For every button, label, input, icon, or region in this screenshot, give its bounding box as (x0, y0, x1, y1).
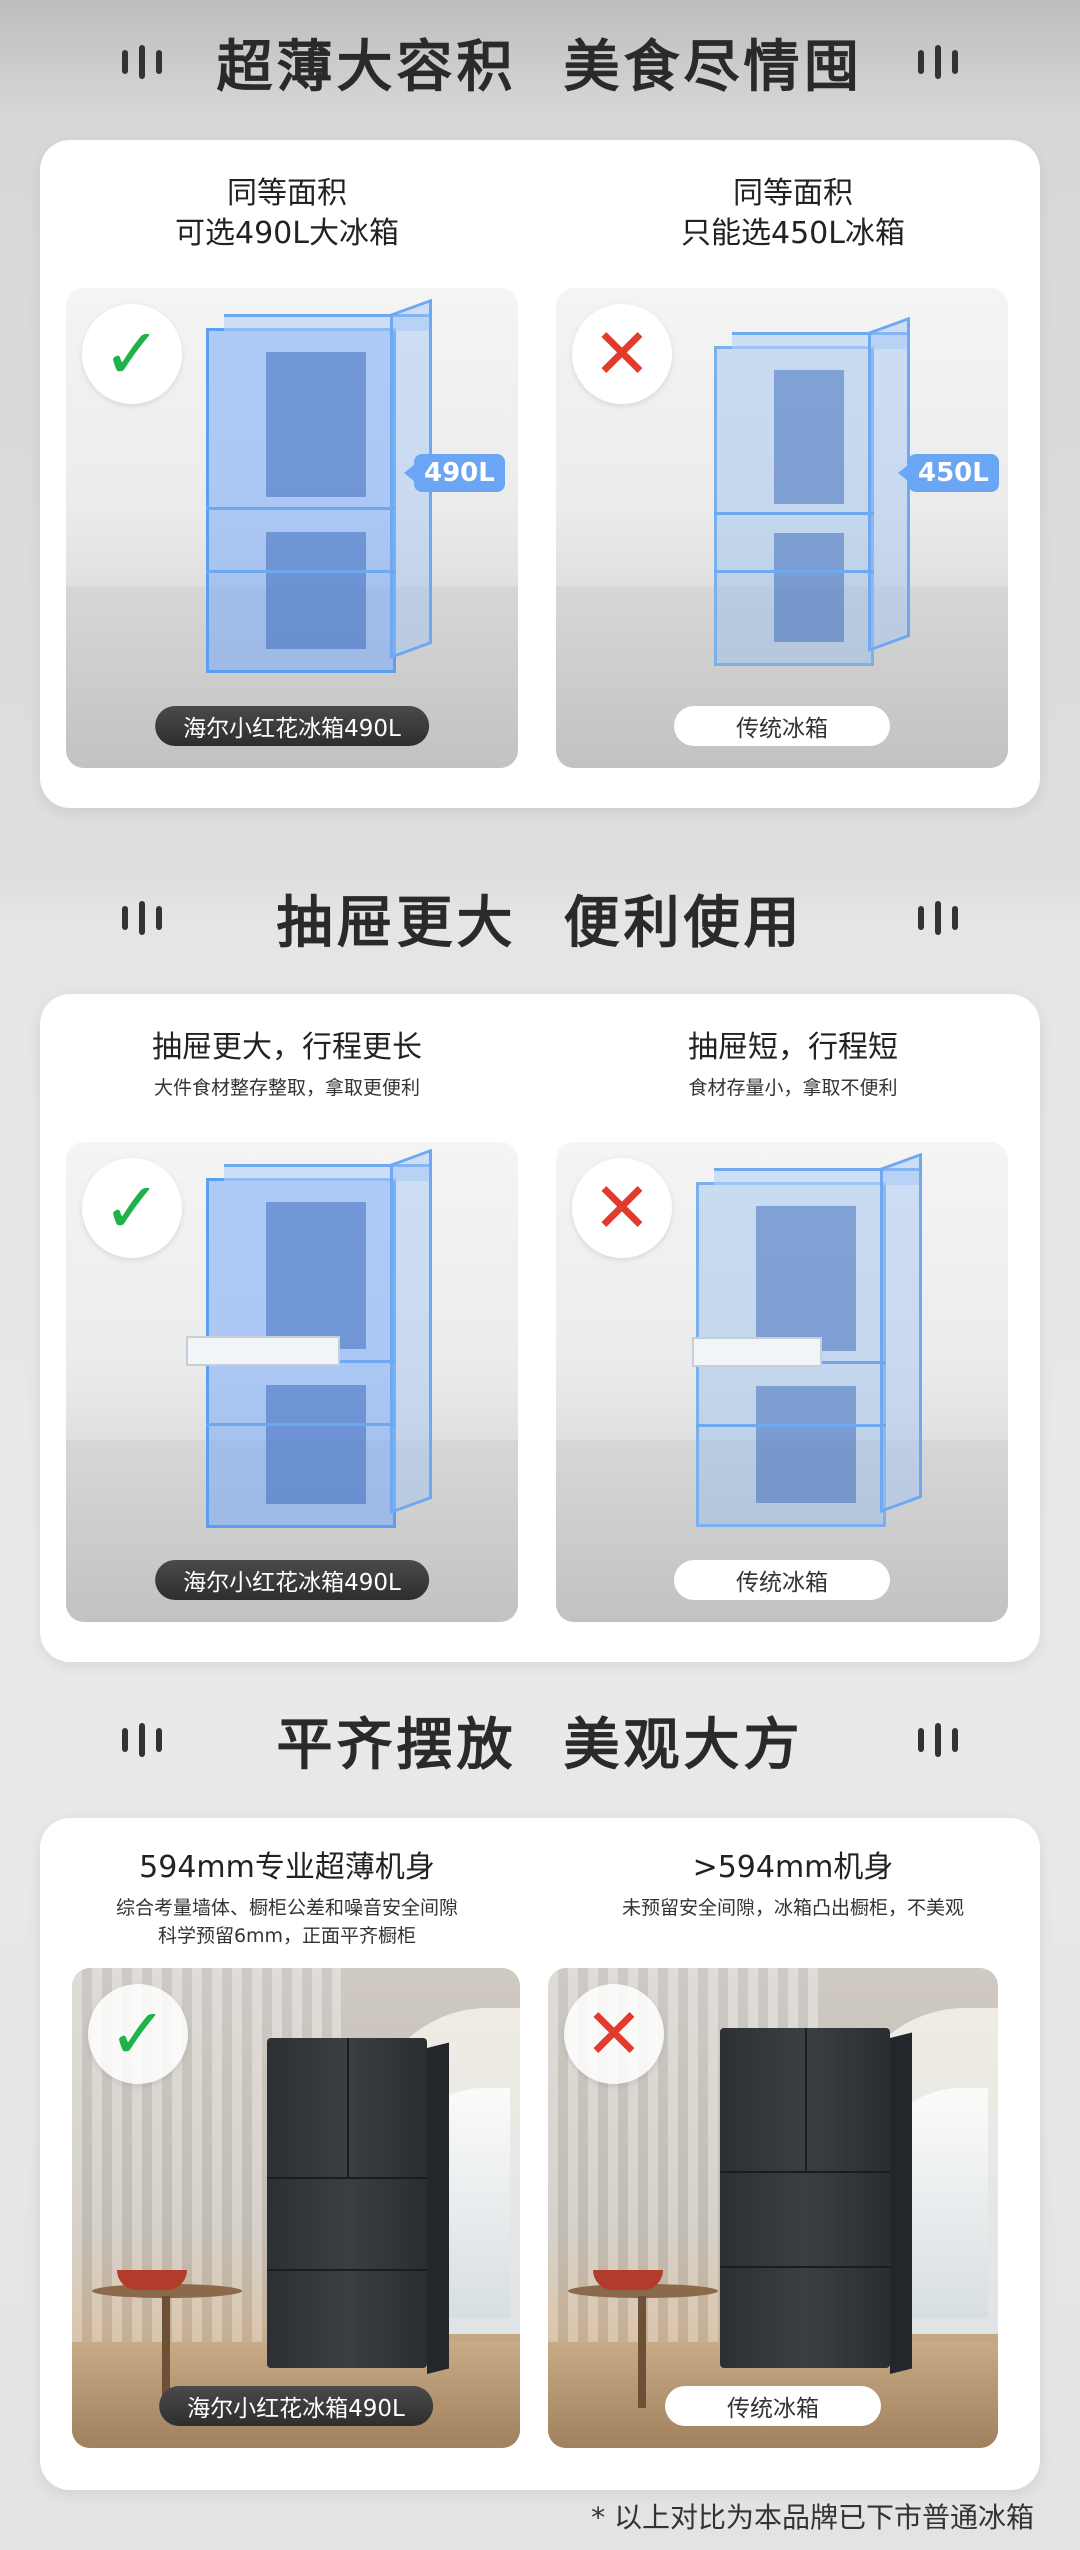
right-heading: 同等面积 只能选450L冰箱 (681, 176, 905, 251)
bars-decoration-icon (918, 900, 958, 936)
right-product-panel: ✕ 传统冰箱 (556, 1142, 1008, 1622)
product-label: 传统冰箱 (674, 706, 890, 746)
section-heading: 超薄大容积 美食尽情囤 (216, 34, 864, 100)
right-subheading: 食材存量小，拿取不便利 (688, 1077, 898, 1099)
right-subheading: 未预留安全间隙，冰箱凸出橱柜，不美观 (621, 1897, 964, 1919)
left-product-panel: ✓ 海尔小红花冰箱490L (66, 1142, 518, 1622)
section-title-drawer: 抽屉更大 便利使用 (0, 878, 1080, 958)
product-label: 传统冰箱 (674, 1560, 890, 1600)
left-subheading: 综合考量墙体、橱柜公差和噪音安全间隙 科学预留6mm，正面平齐橱柜 (115, 1897, 458, 1947)
left-column-header: 594mm专业超薄机身 综合考量墙体、橱柜公差和噪音安全间隙 科学预留6mm，正… (62, 1848, 512, 1950)
product-label: 海尔小红花冰箱490L (155, 1560, 429, 1600)
check-icon: ✓ (88, 1984, 188, 2084)
fridge-drawer-illustration (186, 1148, 432, 1528)
left-column-header: 抽屉更大，行程更长 大件食材整存整取，拿取更便利 (62, 1028, 512, 1102)
left-column-header: 同等面积 可选490L大冰箱 (62, 174, 512, 254)
fridge-volume-illustration (714, 316, 910, 666)
fridge-volume-illustration (206, 298, 432, 673)
right-installation-photo: ✕ 传统冰箱 (548, 1968, 998, 2448)
installed-fridge (267, 2038, 449, 2374)
cross-icon: ✕ (572, 1158, 672, 1258)
right-column-header: 抽屉短，行程短 食材存量小，拿取不便利 (568, 1028, 1018, 1102)
right-heading: >594mm机身 (692, 1850, 894, 1885)
right-product-panel: ✕ 450L 传统冰箱 (556, 288, 1008, 768)
bars-decoration-icon (122, 44, 162, 80)
section-heading: 抽屉更大 便利使用 (276, 890, 804, 956)
check-icon: ✓ (82, 1158, 182, 1258)
section-heading: 平齐摆放 美观大方 (276, 1712, 804, 1778)
product-label: 传统冰箱 (665, 2386, 881, 2426)
right-heading: 抽屉短，行程短 (688, 1030, 898, 1065)
drawer-extended (692, 1337, 822, 1368)
cross-icon: ✕ (564, 1984, 664, 2084)
left-product-panel: ✓ 490L 海尔小红花冰箱490L (66, 288, 518, 768)
cross-icon: ✕ (572, 304, 672, 404)
page: 超薄大容积 美食尽情囤 同等面积 可选490L大冰箱 同等面积 只能选450L冰… (0, 0, 1080, 2550)
bars-decoration-icon (918, 1722, 958, 1758)
capacity-tag: 490L (404, 454, 505, 492)
footnote: * 以上对比为本品牌已下市普通冰箱 (591, 2501, 1034, 2534)
section-title-capacity: 超薄大容积 美食尽情囤 (0, 22, 1080, 102)
comparison-card-flush: 594mm专业超薄机身 综合考量墙体、橱柜公差和噪音安全间隙 科学预留6mm，正… (40, 1818, 1040, 2490)
bars-decoration-icon (122, 900, 162, 936)
section-title-flush: 平齐摆放 美观大方 (0, 1700, 1080, 1780)
product-label: 海尔小红花冰箱490L (155, 706, 429, 746)
product-label: 海尔小红花冰箱490L (159, 2386, 433, 2426)
left-installation-photo: ✓ 海尔小红花冰箱490L (72, 1968, 520, 2448)
right-column-header: >594mm机身 未预留安全间隙，冰箱凸出橱柜，不美观 (568, 1848, 1018, 1922)
right-column-header: 同等面积 只能选450L冰箱 (568, 174, 1018, 254)
left-heading: 594mm专业超薄机身 (139, 1850, 435, 1885)
fridge-drawer-illustration (692, 1152, 922, 1527)
bars-decoration-icon (918, 44, 958, 80)
left-heading: 同等面积 可选490L大冰箱 (175, 176, 399, 251)
capacity-tag: 450L (898, 454, 999, 492)
bars-decoration-icon (122, 1722, 162, 1758)
check-icon: ✓ (82, 304, 182, 404)
comparison-card-drawer: 抽屉更大，行程更长 大件食材整存整取，拿取更便利 抽屉短，行程短 食材存量小，拿… (40, 994, 1040, 1662)
installed-fridge (720, 2028, 912, 2374)
comparison-card-capacity: 同等面积 可选490L大冰箱 同等面积 只能选450L冰箱 ✓ 490L 海尔小… (40, 140, 1040, 808)
left-heading: 抽屉更大，行程更长 (152, 1030, 422, 1065)
drawer-extended (186, 1335, 340, 1366)
left-subheading: 大件食材整存整取，拿取更便利 (153, 1077, 420, 1099)
